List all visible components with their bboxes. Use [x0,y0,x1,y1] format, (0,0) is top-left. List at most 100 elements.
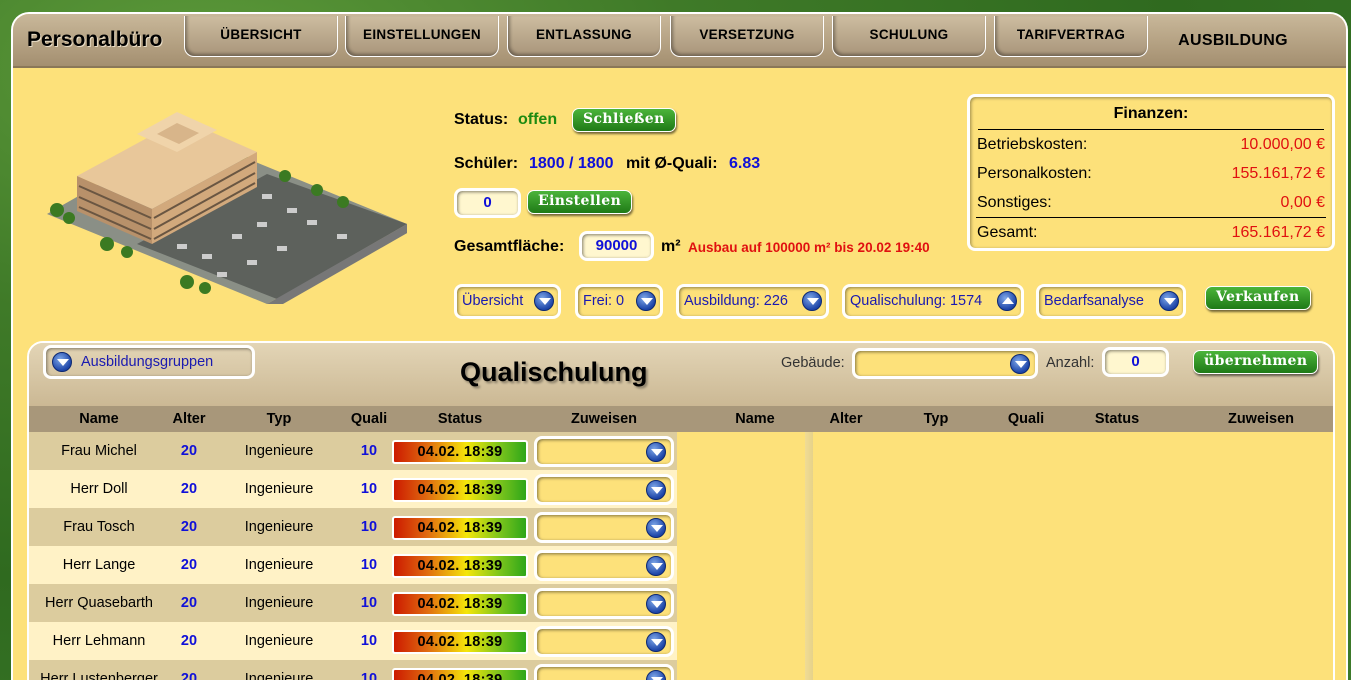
row-type: Ingenieure [244,671,314,680]
total-area-input[interactable]: 90000 [579,231,654,261]
finance-total-label: Gesamt: [977,224,1038,241]
chevron-down-icon [1159,291,1179,311]
row-age: 20 [180,481,198,497]
finance-row-label: Sonstiges: [977,194,1052,211]
row-name: Herr Lange [62,557,136,573]
row-assign-select[interactable] [534,550,674,581]
apply-button[interactable]: übernehmen [1193,350,1319,374]
finance-title: Finanzen: [978,97,1324,130]
table-row: Frau Tosch 20 Ingenieure 10 04.02. 18:39 [29,508,677,546]
status-label: Status: [454,111,509,128]
col-status-header-2: Status [1094,411,1140,427]
col-quali-header: Quali [350,411,388,427]
filter-label: Ausbildung: 226 [684,293,788,309]
tab-einstellungen[interactable]: EINSTELLUNGEN [345,16,499,57]
hire-button[interactable]: Einstellen [527,190,633,214]
row-name: Frau Tosch [63,519,135,535]
close-button[interactable]: Schließen [572,108,676,132]
expansion-note: Ausbau auf 100000 m² bis 20.02 19:40 [688,240,930,255]
finance-total-value: 165.161,72 € [1231,224,1325,241]
top-tab-bar: Personalbüro ÜBERSICHT EINSTELLUNGEN ENT… [13,14,1346,68]
row-quali: 10 [360,443,378,459]
row-quali: 10 [360,595,378,611]
row-name: Herr Lustenberger [40,671,158,680]
tab-entlassung[interactable]: ENTLASSUNG [507,16,661,57]
column-divider [805,432,813,680]
tab-ausbildung[interactable]: AUSBILDUNG [1143,16,1323,57]
row-assign-select[interactable] [534,436,674,467]
row-quali: 10 [360,633,378,649]
finance-row: Betriebskosten: 10.000,00 € [976,130,1326,159]
chevron-down-icon [534,291,554,311]
finance-row: Personalkosten: 155.161,72 € [976,159,1326,188]
row-name: Herr Doll [70,481,128,497]
filter-frei-dropdown[interactable]: Frei: 0 [575,284,663,319]
chevron-down-icon [646,480,666,500]
col-quali-header-2: Quali [1007,411,1045,427]
tab-uebersicht[interactable]: ÜBERSICHT [184,16,338,57]
finance-row-value: 155.161,72 € [1231,165,1325,182]
col-type-header-2: Typ [923,411,949,427]
sell-button[interactable]: Verkaufen [1205,286,1311,310]
filter-qualischulung-dropdown[interactable]: Qualischulung: 1574 [842,284,1024,319]
row-assign-select[interactable] [534,588,674,619]
chevron-down-icon [52,352,72,372]
table-row: Frau Michel 20 Ingenieure 10 04.02. 18:39 [29,432,677,470]
chevron-down-icon [636,291,656,311]
row-age: 20 [180,671,198,680]
building-illustration [47,112,407,304]
finance-row-value: 10.000,00 € [1240,136,1325,153]
row-quali: 10 [360,519,378,535]
col-status-header: Status [437,411,483,427]
filter-bedarfsanalyse-dropdown[interactable]: Bedarfsanalyse [1036,284,1186,319]
tab-schulung[interactable]: SCHULUNG [832,16,986,57]
avg-quali-label: mit Ø-Quali: [626,155,718,172]
chevron-down-icon [646,442,666,462]
personnel-office-window: Personalbüro ÜBERSICHT EINSTELLUNGEN ENT… [11,12,1348,680]
area-unit: m² [661,238,681,255]
chevron-up-icon [997,291,1017,311]
table-row: Herr Quasebarth 20 Ingenieure 10 04.02. 18:3… [29,584,677,622]
row-age: 20 [180,633,198,649]
finance-total-row: Gesamt: 165.161,72 € [976,217,1326,246]
filter-ausbildung-dropdown[interactable]: Ausbildung: 226 [676,284,829,319]
table-row: Herr Lehmann 20 Ingenieure 10 04.02. 18:39 [29,622,677,660]
count-input[interactable]: 0 [1102,347,1169,377]
row-type: Ingenieure [244,633,314,649]
row-assign-select[interactable] [534,664,674,680]
filter-label: Frei: 0 [583,293,625,309]
row-quali: 10 [360,481,378,497]
avg-quali-value: 6.83 [729,155,761,172]
building-label: Gebäude: [781,355,845,371]
row-type: Ingenieure [244,481,314,497]
chevron-down-icon [1010,354,1030,374]
row-assign-select[interactable] [534,626,674,657]
table-row: Herr Lange 20 Ingenieure 10 04.02. 18:39 [29,546,677,584]
row-status-bar: 04.02. 18:39 [392,478,528,502]
hire-count-input[interactable]: 0 [454,188,521,218]
filter-label: Qualischulung: 1574 [850,293,983,309]
row-status-bar: 04.02. 18:39 [392,592,528,616]
tab-tarifvertrag[interactable]: TARIFVERTRAG [994,16,1148,57]
col-age-header: Alter [172,411,206,427]
training-panel: Ausbildungsgruppen Qualischulung Gebäude… [27,341,1335,680]
row-name: Frau Michel [61,443,137,459]
filter-uebersicht-dropdown[interactable]: Übersicht [454,284,561,319]
finance-box: Finanzen: Betriebskosten: 10.000,00 € Per… [967,94,1335,251]
table-row: Herr Doll 20 Ingenieure 10 04.02. 18:39 [29,470,677,508]
row-status-bar: 04.02. 18:39 [392,668,528,680]
tab-versetzung[interactable]: VERSETZUNG [670,16,824,57]
finance-row-value: 0,00 € [1280,194,1325,211]
status-value: offen [518,111,558,128]
column-header-row: Name Alter Typ Quali Status Zuweisen Nam… [29,406,1333,432]
row-status-bar: 04.02. 18:39 [392,516,528,540]
row-assign-select[interactable] [534,512,674,543]
training-groups-label: Ausbildungsgruppen [81,354,214,370]
panel-title: Qualischulung [460,357,648,387]
chevron-down-icon [646,632,666,652]
app-title: Personalbüro [27,28,163,51]
building-select[interactable] [852,348,1038,379]
training-groups-dropdown[interactable]: Ausbildungsgruppen [43,345,255,379]
row-type: Ingenieure [244,443,314,459]
row-assign-select[interactable] [534,474,674,505]
